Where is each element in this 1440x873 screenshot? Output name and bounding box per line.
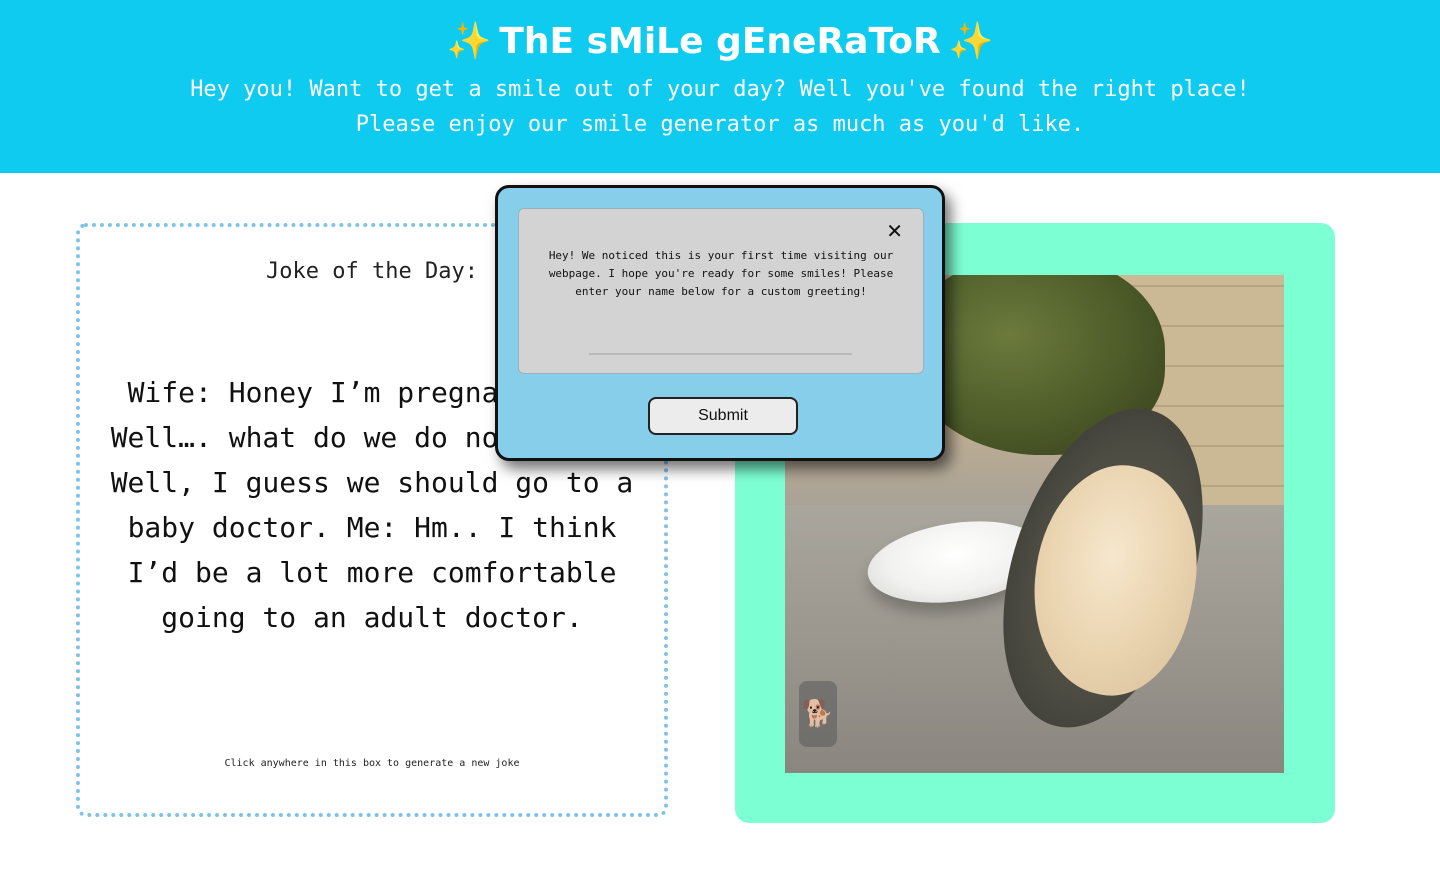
dog-silhouette-icon: 🐕	[799, 681, 837, 747]
welcome-modal: ✕ Hey! We noticed this is your first tim…	[495, 185, 945, 461]
name-input[interactable]	[589, 349, 852, 355]
subtitle-line: Hey you! Want to get a smile out of your…	[190, 77, 1250, 102]
submit-button[interactable]: Submit	[648, 397, 798, 435]
sparkle-icon: ✨	[446, 21, 492, 62]
page-title-text: ThE sMiLe gEneRaToR	[499, 21, 941, 62]
site-header: ✨ ThE sMiLe gEneRaToR ✨ Hey you! Want to g…	[0, 0, 1440, 173]
page-subtitle: Hey you! Want to get a smile out of your…	[120, 72, 1320, 142]
joke-hint: Click anywhere in this box to generate a…	[224, 758, 520, 769]
modal-content: ✕ Hey! We noticed this is your first tim…	[518, 208, 924, 374]
sparkle-icon: ✨	[948, 21, 994, 62]
subtitle-line: Please enjoy our smile generator as much…	[355, 112, 1085, 137]
page-title: ✨ ThE sMiLe gEneRaToR ✨	[0, 0, 1440, 66]
close-icon[interactable]: ✕	[886, 219, 903, 243]
modal-message: Hey! We noticed this is your first time …	[548, 249, 894, 298]
